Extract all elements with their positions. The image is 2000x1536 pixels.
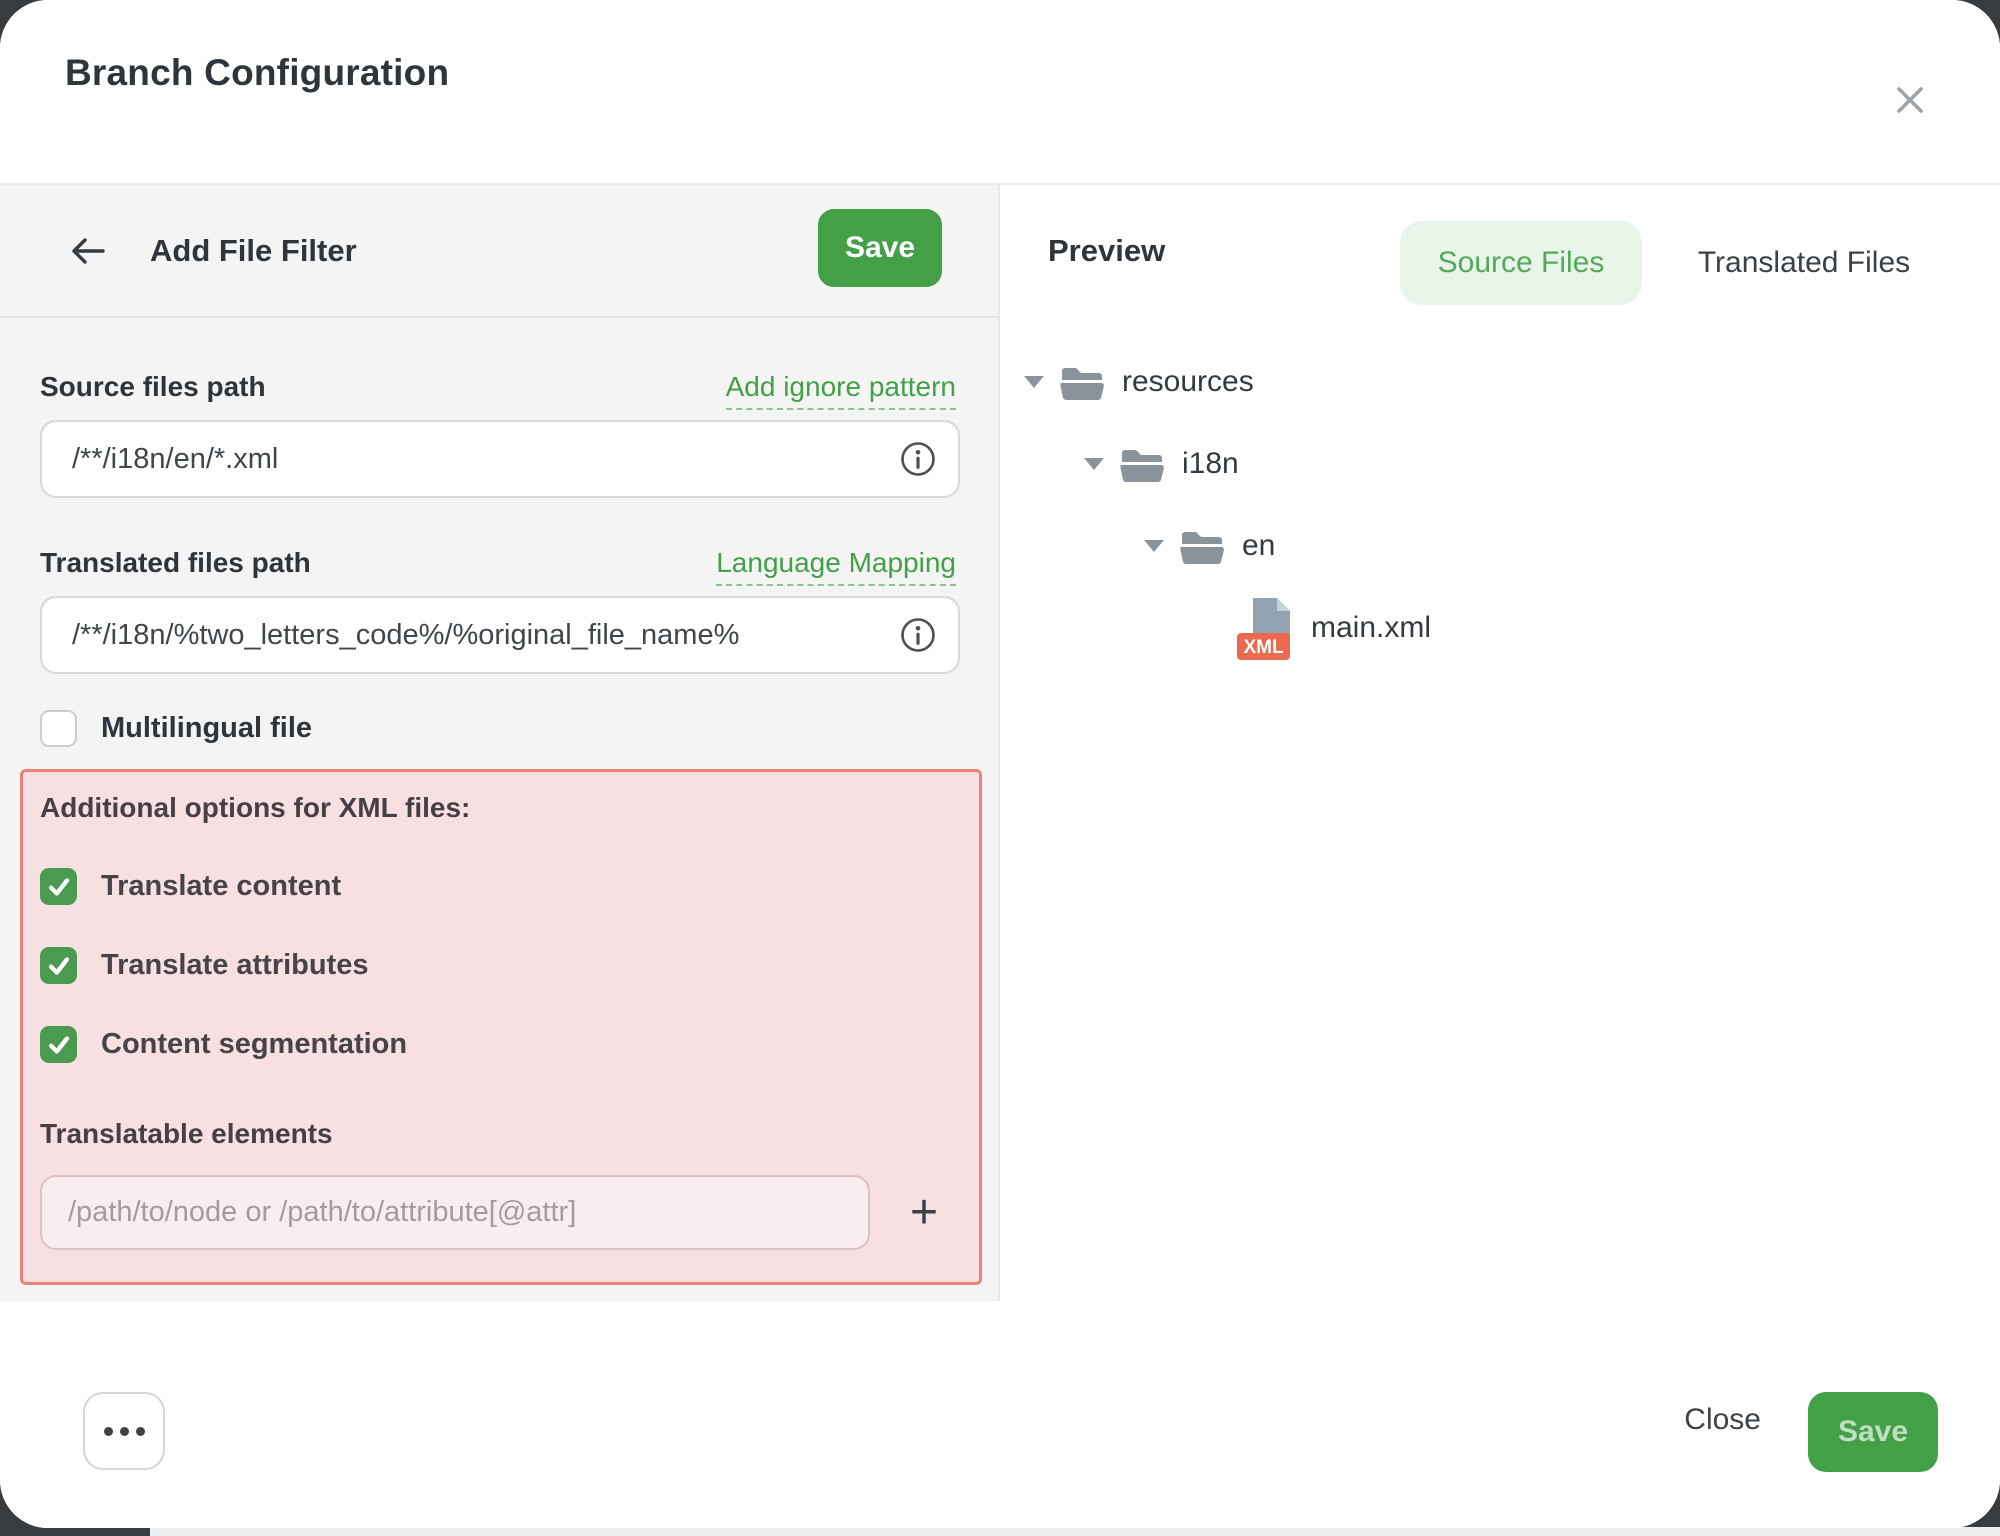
more-options-button[interactable] <box>83 1392 165 1470</box>
language-mapping-link[interactable]: Language Mapping <box>716 546 956 586</box>
tab-translated-files[interactable]: Translated Files <box>1674 221 1934 305</box>
source-path-input[interactable] <box>40 420 960 498</box>
xml-options-group: Additional options for XML files: Transl… <box>20 769 982 1285</box>
preview-title: Preview <box>1048 233 1165 269</box>
tree-row-main-xml[interactable]: XML main.xml <box>1002 587 2000 669</box>
caret-down-icon[interactable] <box>1144 540 1164 552</box>
folder-icon <box>1058 362 1106 402</box>
source-path-label: Source files path <box>40 370 266 404</box>
xml-options-title: Additional options for XML files: <box>40 792 470 824</box>
ellipsis-icon <box>104 1427 113 1436</box>
translate-attributes-option[interactable]: Translate attributes <box>40 947 369 984</box>
close-icon[interactable] <box>1880 70 1940 130</box>
save-filter-button[interactable]: Save <box>818 209 942 287</box>
translated-path-label: Translated files path <box>40 546 311 580</box>
folder-icon <box>1178 526 1226 566</box>
branch-configuration-modal: Branch Configuration Add File Filter Sav… <box>0 0 2000 1528</box>
file-filter-header: Add File Filter Save <box>0 185 998 318</box>
preview-panel: Preview Source Files Translated Files re… <box>1002 185 2000 1301</box>
content-segmentation-checkbox[interactable] <box>40 1026 77 1063</box>
arrow-left-icon <box>67 233 109 269</box>
tab-source-files[interactable]: Source Files <box>1400 221 1642 305</box>
translate-attributes-label: Translate attributes <box>101 949 369 982</box>
translate-attributes-checkbox[interactable] <box>40 947 77 984</box>
tree-item-label: i18n <box>1182 447 1239 481</box>
tab-label: Translated Files <box>1698 246 1910 280</box>
file-tree: resources i18n <box>1002 341 2000 669</box>
page-edge-strip <box>150 1527 2000 1536</box>
multilingual-file-option[interactable]: Multilingual file <box>40 710 312 747</box>
plus-icon: + <box>910 1185 938 1240</box>
translate-content-option[interactable]: Translate content <box>40 868 341 905</box>
add-ignore-pattern-link[interactable]: Add ignore pattern <box>726 370 956 410</box>
translatable-elements-input[interactable] <box>40 1175 870 1250</box>
content-segmentation-option[interactable]: Content segmentation <box>40 1026 407 1063</box>
modal-backdrop: Branch Configuration Add File Filter Sav… <box>0 0 2000 1536</box>
add-element-button[interactable]: + <box>885 1175 963 1250</box>
close-button[interactable]: Close <box>1684 1403 1761 1437</box>
tree-item-label: main.xml <box>1311 611 1431 645</box>
tab-label: Source Files <box>1438 246 1605 280</box>
modal-footer: Close Save <box>0 1301 2000 1528</box>
translate-content-label: Translate content <box>101 870 341 903</box>
tree-row-en[interactable]: en <box>1002 505 2000 587</box>
back-button[interactable] <box>64 229 112 273</box>
tree-item-label: resources <box>1122 365 1254 399</box>
content-segmentation-label: Content segmentation <box>101 1028 407 1061</box>
file-filter-panel: Add File Filter Save Source files path A… <box>0 185 1000 1301</box>
modal-header: Branch Configuration <box>0 0 2000 185</box>
caret-down-icon[interactable] <box>1084 458 1104 470</box>
info-icon[interactable] <box>900 441 936 477</box>
caret-down-icon[interactable] <box>1024 376 1044 388</box>
modal-body: Add File Filter Save Source files path A… <box>0 185 2000 1301</box>
ellipsis-icon <box>136 1427 145 1436</box>
xml-badge: XML <box>1243 637 1284 658</box>
panel-title: Add File Filter <box>150 233 357 269</box>
multilingual-label: Multilingual file <box>101 712 312 745</box>
file-filter-form: Source files path Add ignore pattern <box>0 318 998 1301</box>
translated-path-field <box>40 596 960 674</box>
translatable-elements-label: Translatable elements <box>40 1118 333 1150</box>
save-button[interactable]: Save <box>1808 1392 1938 1472</box>
source-path-field <box>40 420 960 498</box>
ellipsis-icon <box>120 1427 129 1436</box>
xml-file-icon: XML <box>1235 593 1295 663</box>
translated-path-input[interactable] <box>40 596 960 674</box>
tree-row-resources[interactable]: resources <box>1002 341 2000 423</box>
translate-content-checkbox[interactable] <box>40 868 77 905</box>
info-icon[interactable] <box>900 617 936 653</box>
tree-item-label: en <box>1242 529 1275 563</box>
folder-icon <box>1118 444 1166 484</box>
modal-title: Branch Configuration <box>65 52 449 94</box>
tree-row-i18n[interactable]: i18n <box>1002 423 2000 505</box>
multilingual-checkbox[interactable] <box>40 710 77 747</box>
